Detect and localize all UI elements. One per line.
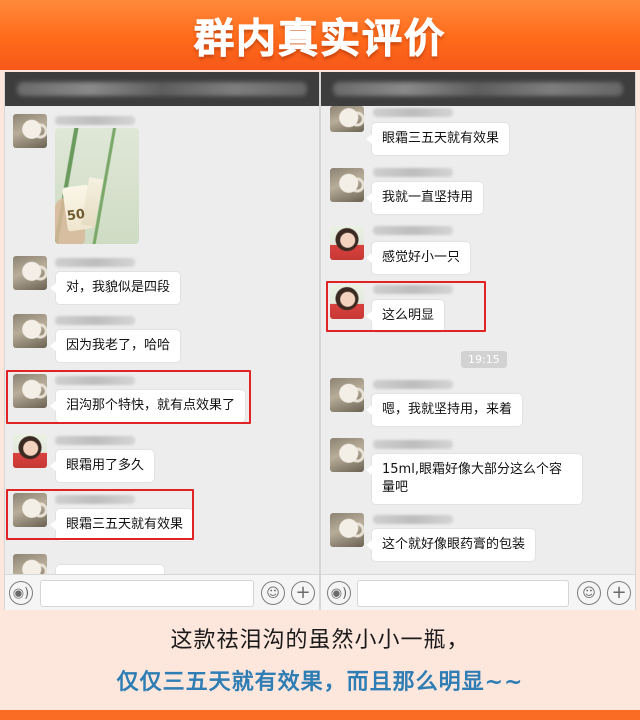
bottom-strip (0, 710, 640, 720)
chat-panel-right: 眼霜三五天就有效果 我就一直坚持用 感觉好小一只 这么明显 19:15 嗯，我就… (320, 72, 636, 610)
message-input[interactable] (40, 580, 254, 607)
avatar[interactable] (13, 314, 47, 348)
avatar[interactable] (13, 434, 47, 468)
photo-message[interactable]: 50 (55, 128, 139, 244)
voice-icon[interactable]: ◉) (9, 581, 33, 605)
voice-icon[interactable]: ◉) (327, 581, 351, 605)
sender-name (373, 108, 453, 117)
input-bar: ◉) ☺ + (5, 574, 319, 610)
message-bubble[interactable]: 15ml,眼霜好像大部分这么个容量吧 (366, 453, 583, 505)
sender-name (55, 316, 135, 325)
message-bubble[interactable]: 因为我老了，哈哈 (49, 329, 182, 363)
message-bubble[interactable]: 这么明显 (365, 299, 446, 333)
avatar[interactable] (330, 226, 364, 260)
sender-name (55, 376, 135, 385)
message-bubble[interactable]: 我就一直坚持用 (365, 181, 485, 215)
message-bubble[interactable]: 嗯，我就坚持用，来着 (365, 393, 524, 427)
caption-line-1: 这款祛泪沟的虽然小小一瓶， (170, 628, 470, 653)
emoji-icon[interactable]: ☺ (577, 581, 601, 605)
message-bubble[interactable]: 眼霜三五天就有效果 (49, 508, 195, 542)
chat-header (5, 72, 319, 106)
product-label: 50 (66, 206, 87, 225)
sender-name (373, 380, 453, 389)
input-bar: ◉) ☺ + (321, 574, 635, 610)
avatar[interactable] (330, 438, 364, 472)
message-bubble[interactable]: 泪沟那个特快，就有点效果了 (49, 389, 247, 423)
timestamp: 19:15 (461, 351, 507, 368)
message-bubble[interactable]: 眼霜用了多久 (49, 449, 156, 483)
message-bubble[interactable]: 这个就好像眼药膏的包装 (365, 528, 537, 562)
message-bubble[interactable]: 眼霜三五天就有效果 (365, 122, 511, 156)
plus-icon[interactable]: + (291, 581, 315, 605)
plus-icon[interactable]: + (607, 581, 631, 605)
emoji-icon[interactable]: ☺ (261, 581, 285, 605)
caption-line-2: 仅仅三五天就有效果，而且那么明显~~ (116, 670, 524, 695)
sender-name (55, 116, 135, 125)
sender-name (373, 226, 453, 235)
chat-header (321, 72, 635, 106)
avatar[interactable] (13, 114, 47, 148)
avatar[interactable] (330, 285, 364, 319)
message-bubble[interactable]: 对，我貌似是四段 (49, 271, 182, 305)
avatar[interactable] (13, 374, 47, 408)
avatar[interactable] (13, 493, 47, 527)
banner-title: 群内真实评价 (194, 16, 446, 63)
avatar[interactable] (330, 168, 364, 202)
avatar[interactable] (330, 513, 364, 547)
sender-name (55, 495, 135, 504)
message-bubble[interactable]: 感觉好小一只 (365, 241, 472, 275)
avatar[interactable] (330, 106, 364, 132)
sender-name (55, 436, 135, 445)
sender-name (55, 258, 135, 267)
avatar[interactable] (330, 378, 364, 412)
chat-panel-left: 50 对，我貌似是四段 因为我老了，哈哈 泪沟那个特快，就有点效果了 眼霜用了多… (4, 72, 320, 610)
sender-name (373, 285, 453, 294)
sender-name (373, 168, 453, 177)
sender-name (373, 440, 453, 449)
avatar[interactable] (13, 256, 47, 290)
message-input[interactable] (357, 580, 569, 607)
banner: 群内真实评价 (0, 0, 640, 70)
sender-name (373, 515, 453, 524)
